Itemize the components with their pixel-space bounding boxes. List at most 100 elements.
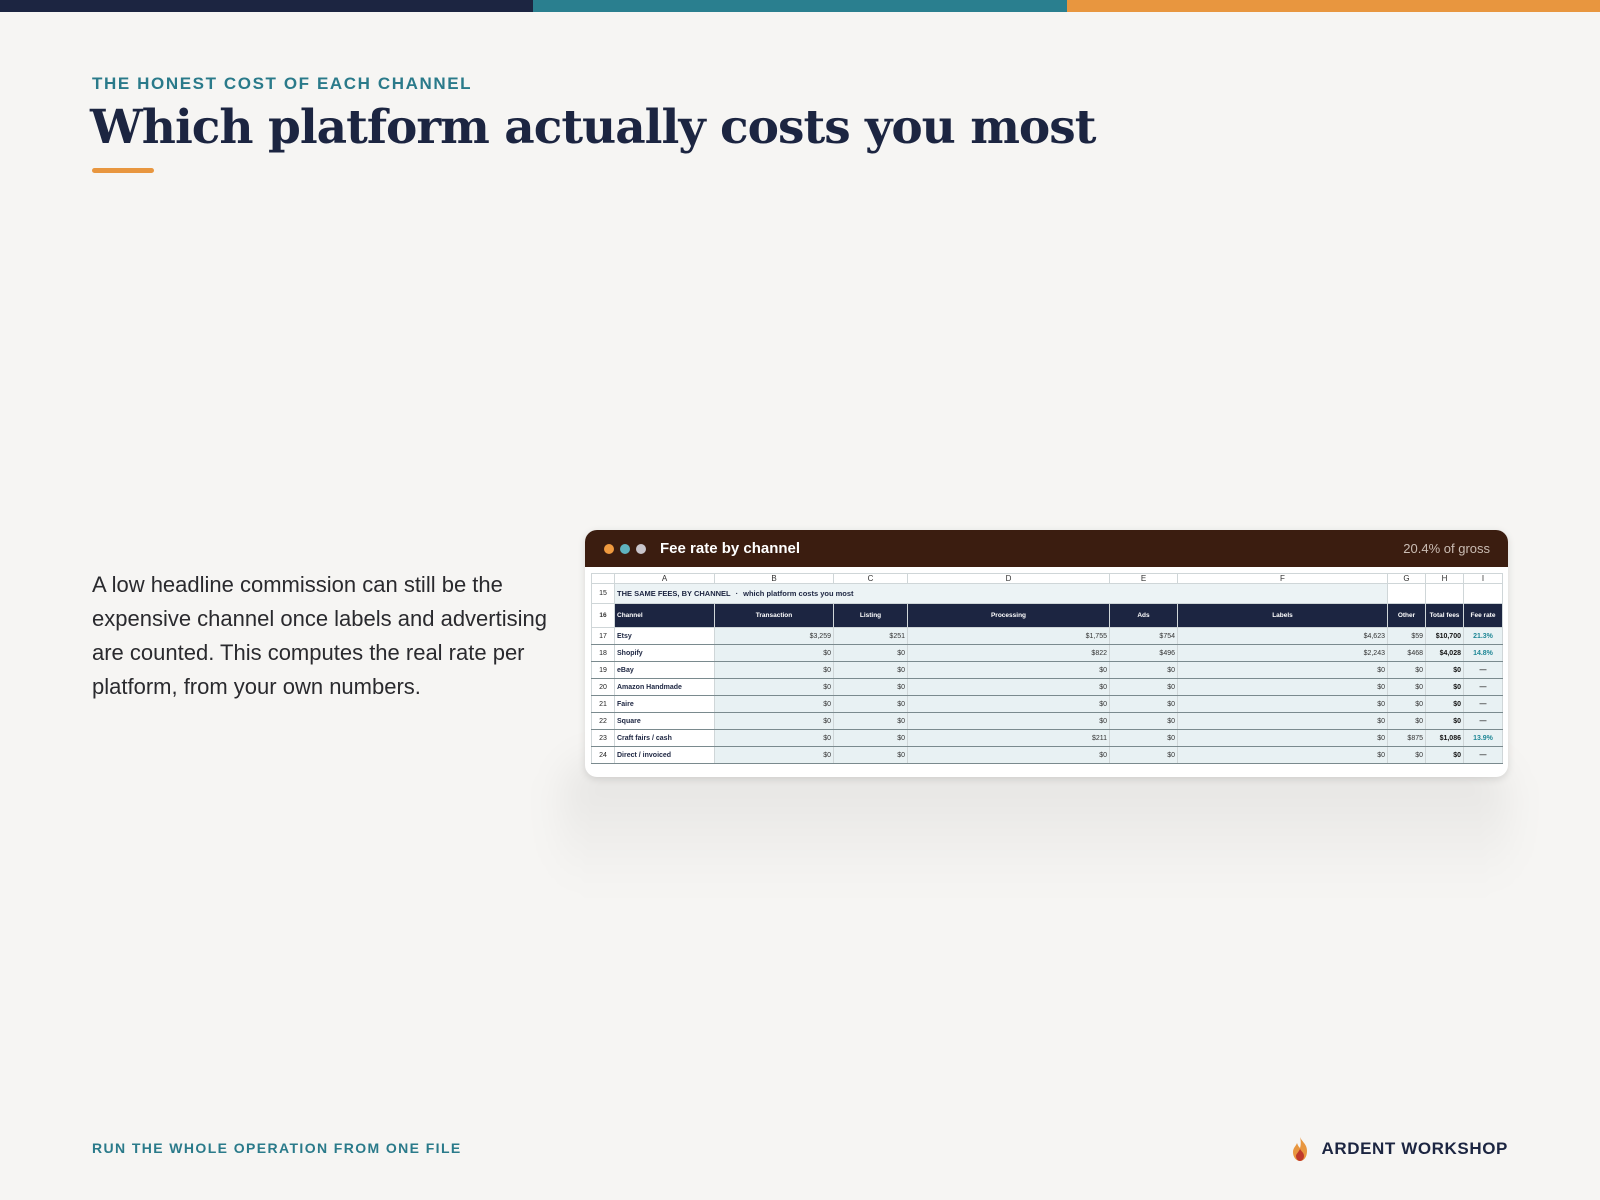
column-header[interactable]: Total fees <box>1425 603 1464 628</box>
table-row: 18 Shopify $0 $0 $822 $496 $2,243 $468 $4,028 14.… <box>591 644 1503 662</box>
fee-cell[interactable]: $0 <box>1109 729 1178 747</box>
fee-cell[interactable]: $0 <box>1387 695 1426 713</box>
column-header[interactable]: Listing <box>833 603 908 628</box>
fee-cell[interactable]: $0 <box>1109 746 1178 764</box>
fee-rate-cell[interactable]: — <box>1463 746 1503 764</box>
fee-cell[interactable]: $0 <box>907 746 1110 764</box>
fee-cell[interactable]: $1,755 <box>907 627 1110 645</box>
fee-cell[interactable]: $0 <box>833 661 908 679</box>
table-row: 19 eBay $0 $0 $0 $0 $0 $0 $0— <box>591 661 1503 679</box>
fee-cell[interactable]: $0 <box>1387 746 1426 764</box>
fee-cell[interactable]: $0 <box>714 712 834 730</box>
eyebrow-label: THE HONEST COST OF EACH CHANNEL <box>92 74 473 93</box>
fee-rate-cell[interactable]: — <box>1463 695 1503 713</box>
total-fees-cell[interactable]: $1,086 <box>1425 729 1464 747</box>
fee-rate-cell[interactable]: 14.8% <box>1463 644 1503 662</box>
total-fees-cell[interactable]: $10,700 <box>1425 627 1464 645</box>
column-letter: B <box>714 573 834 584</box>
row-number: 18 <box>591 644 615 662</box>
fee-cell[interactable]: $0 <box>714 746 834 764</box>
fee-cell[interactable]: $0 <box>1109 661 1178 679</box>
fee-cell[interactable]: $0 <box>1109 678 1178 696</box>
channel-name-cell[interactable]: Etsy <box>614 627 715 645</box>
total-fees-cell[interactable]: $4,028 <box>1425 644 1464 662</box>
fee-cell[interactable]: $496 <box>1109 644 1178 662</box>
fee-cell[interactable]: $0 <box>907 661 1110 679</box>
section-title-cell[interactable]: THE SAME FEES, BY CHANNEL · which platform… <box>614 583 1388 604</box>
fee-cell[interactable]: $0 <box>1177 729 1388 747</box>
channel-name-cell[interactable]: eBay <box>614 661 715 679</box>
empty-cell[interactable] <box>1425 583 1464 604</box>
fee-cell[interactable]: $0 <box>714 695 834 713</box>
fee-cell[interactable]: $251 <box>833 627 908 645</box>
column-header[interactable]: Ads <box>1109 603 1178 628</box>
empty-cell[interactable] <box>1387 583 1426 604</box>
column-header[interactable]: Fee rate <box>1463 603 1503 628</box>
fee-cell[interactable]: $754 <box>1109 627 1178 645</box>
fee-cell[interactable]: $211 <box>907 729 1110 747</box>
fee-rate-cell[interactable]: 13.9% <box>1463 729 1503 747</box>
fee-cell[interactable]: $822 <box>907 644 1110 662</box>
row-number: 15 <box>591 583 615 604</box>
total-fees-cell[interactable]: $0 <box>1425 678 1464 696</box>
fee-cell[interactable]: $468 <box>1387 644 1426 662</box>
fee-cell[interactable]: $0 <box>833 729 908 747</box>
window-dot-gray <box>636 543 646 554</box>
fee-cell[interactable]: $0 <box>1177 678 1388 696</box>
fee-cell[interactable]: $0 <box>1177 695 1388 713</box>
fee-cell[interactable]: $0 <box>1177 746 1388 764</box>
fee-cell[interactable]: $0 <box>833 644 908 662</box>
fee-cell[interactable]: $0 <box>907 712 1110 730</box>
column-header[interactable]: Transaction <box>714 603 834 628</box>
channel-name-cell[interactable]: Direct / invoiced <box>614 746 715 764</box>
fee-cell[interactable]: $0 <box>907 695 1110 713</box>
total-fees-cell[interactable]: $0 <box>1425 661 1464 679</box>
channel-name-cell[interactable]: Square <box>614 712 715 730</box>
channel-name-cell[interactable]: Craft fairs / cash <box>614 729 715 747</box>
fee-cell[interactable]: $0 <box>1109 695 1178 713</box>
title-underline <box>92 168 154 173</box>
row-number: 16 <box>591 603 615 628</box>
fee-cell[interactable]: $0 <box>833 678 908 696</box>
fee-cell[interactable]: $4,623 <box>1177 627 1388 645</box>
column-header[interactable]: Channel <box>614 603 715 628</box>
fee-cell[interactable]: $3,259 <box>714 627 834 645</box>
fee-cell[interactable]: $0 <box>1177 661 1388 679</box>
column-header[interactable]: Processing <box>907 603 1110 628</box>
fee-rate-cell[interactable]: 21.3% <box>1463 627 1503 645</box>
fee-cell[interactable]: $0 <box>1387 661 1426 679</box>
column-header[interactable]: Labels <box>1177 603 1388 628</box>
fee-cell[interactable]: $0 <box>714 661 834 679</box>
column-letter: A <box>614 573 715 584</box>
fee-cell[interactable]: $0 <box>907 678 1110 696</box>
fee-cell[interactable]: $0 <box>1177 712 1388 730</box>
total-fees-cell[interactable]: $0 <box>1425 695 1464 713</box>
empty-cell[interactable] <box>1463 583 1503 604</box>
corner-cell <box>591 573 615 584</box>
total-fees-cell[interactable]: $0 <box>1425 712 1464 730</box>
row-number: 17 <box>591 627 615 645</box>
channel-name-cell[interactable]: Shopify <box>614 644 715 662</box>
fee-cell[interactable]: $0 <box>833 712 908 730</box>
channel-name-cell[interactable]: Faire <box>614 695 715 713</box>
fee-cell[interactable]: $2,243 <box>1177 644 1388 662</box>
fee-cell[interactable]: $0 <box>833 695 908 713</box>
fee-rate-cell[interactable]: — <box>1463 712 1503 730</box>
column-letter: I <box>1463 573 1503 584</box>
fee-cell[interactable]: $59 <box>1387 627 1426 645</box>
fee-cell[interactable]: $0 <box>714 678 834 696</box>
column-header[interactable]: Other <box>1387 603 1426 628</box>
fee-cell[interactable]: $0 <box>1109 712 1178 730</box>
fee-cell[interactable]: $0 <box>714 644 834 662</box>
window-titlebar: Fee rate by channel 20.4% of gross <box>585 530 1508 567</box>
fee-cell[interactable]: $0 <box>1387 678 1426 696</box>
fee-rate-cell[interactable]: — <box>1463 678 1503 696</box>
fee-cell[interactable]: $0 <box>833 746 908 764</box>
column-letter: F <box>1177 573 1388 584</box>
fee-rate-cell[interactable]: — <box>1463 661 1503 679</box>
total-fees-cell[interactable]: $0 <box>1425 746 1464 764</box>
fee-cell[interactable]: $0 <box>714 729 834 747</box>
channel-name-cell[interactable]: Amazon Handmade <box>614 678 715 696</box>
fee-cell[interactable]: $0 <box>1387 712 1426 730</box>
fee-cell[interactable]: $875 <box>1387 729 1426 747</box>
